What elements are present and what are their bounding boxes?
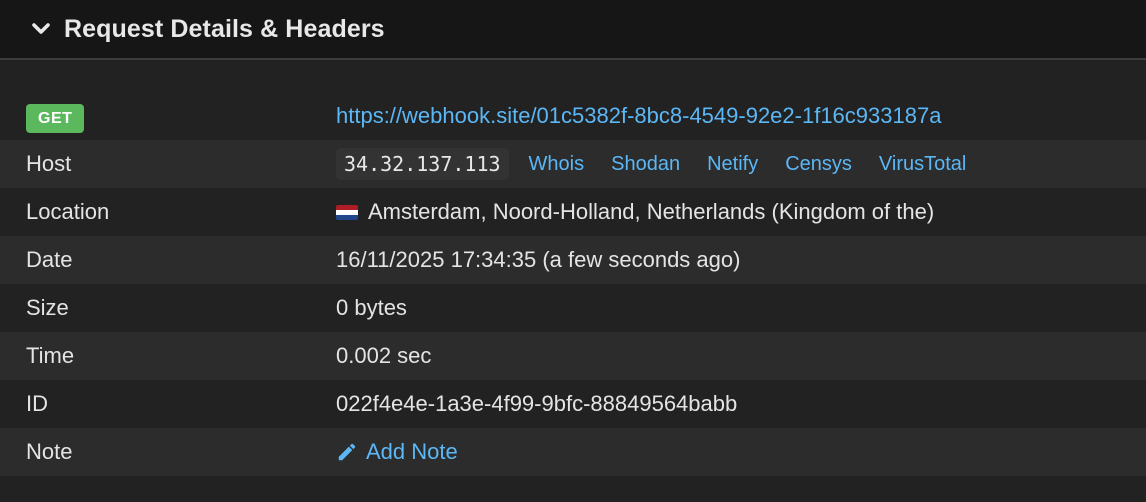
virustotal-link[interactable]: VirusTotal <box>879 153 966 176</box>
add-note-label: Add Note <box>366 439 458 464</box>
table-row-time: Time 0.002 sec <box>0 332 1146 380</box>
netherlands-flag-icon <box>336 204 358 220</box>
method-badge: GET <box>26 104 85 133</box>
id-value: 022f4e4e-1a3e-4f99-9bfc-88849564babb <box>336 391 738 416</box>
request-url-link[interactable]: https://webhook.site/01c5382f-8bc8-4549-… <box>336 103 941 129</box>
table-row-host: Host 34.32.137.113 Whois Shodan Netify C… <box>0 140 1146 188</box>
note-label: Note <box>26 439 73 464</box>
request-details-table: GET https://webhook.site/01c5382f-8bc8-4… <box>0 92 1146 476</box>
time-value: 0.002 sec <box>336 343 432 368</box>
table-row-location: Location Amsterdam, Noord-Holland, Nethe… <box>0 188 1146 236</box>
table-row-size: Size 0 bytes <box>0 284 1146 332</box>
location-label: Location <box>26 199 110 224</box>
shodan-link[interactable]: Shodan <box>611 153 680 176</box>
size-value: 0 bytes <box>336 295 407 320</box>
date-label: Date <box>26 247 73 272</box>
time-label: Time <box>26 343 75 368</box>
chevron-down-icon[interactable] <box>30 18 52 40</box>
panel-header[interactable]: Request Details & Headers <box>0 0 1146 60</box>
censys-link[interactable]: Censys <box>785 153 852 176</box>
date-value: 16/11/2025 17:34:35 (a few seconds ago) <box>336 247 741 272</box>
pencil-icon <box>336 441 358 463</box>
request-details-panel: Request Details & Headers GET https://we… <box>0 0 1146 502</box>
location-value: Amsterdam, Noord-Holland, Netherlands (K… <box>368 199 935 224</box>
size-label: Size <box>26 295 69 320</box>
host-label: Host <box>26 151 72 176</box>
table-row-id: ID 022f4e4e-1a3e-4f99-9bfc-88849564babb <box>0 380 1146 428</box>
id-label: ID <box>26 391 48 416</box>
panel-title: Request Details & Headers <box>64 14 385 43</box>
table-row-method: GET https://webhook.site/01c5382f-8bc8-4… <box>0 92 1146 140</box>
whois-link[interactable]: Whois <box>529 153 585 176</box>
add-note-button[interactable]: Add Note <box>336 439 458 465</box>
table-row-date: Date 16/11/2025 17:34:35 (a few seconds … <box>0 236 1146 284</box>
netify-link[interactable]: Netify <box>707 153 758 176</box>
table-row-note: Note Add Note <box>0 428 1146 476</box>
host-ip: 34.32.137.113 <box>336 148 509 180</box>
